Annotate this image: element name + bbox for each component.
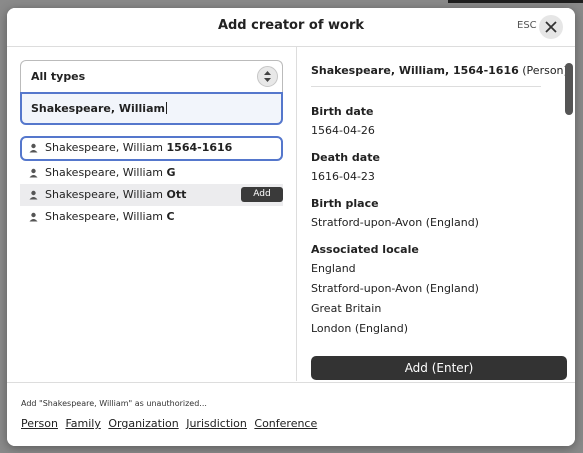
- unauthorized-hint: Add "Shakespeare, William" as unauthoriz…: [21, 399, 207, 408]
- type-select-value: All types: [31, 70, 86, 83]
- result-item-label: Shakespeare, William Ott: [45, 188, 187, 201]
- person-icon: [29, 212, 38, 222]
- unauthorized-type-links: Person Family Organization Jurisdiction …: [21, 417, 321, 430]
- dialog-title: Add creator of work: [217, 18, 365, 33]
- top-bar-strip: [448, 0, 583, 3]
- result-item[interactable]: Shakespeare, William C: [20, 206, 283, 228]
- link-conference[interactable]: Conference: [254, 417, 317, 430]
- birth-place-value: Stratford-upon-Avon (England): [311, 216, 479, 229]
- death-date-value: 1616-04-23: [311, 170, 375, 183]
- result-item-label: Shakespeare, William 1564-1616: [45, 141, 233, 154]
- dialog-header: Add creator of work ESC: [7, 8, 575, 47]
- death-date-field: Death date 1616-04-23: [311, 151, 380, 187]
- result-item[interactable]: Shakespeare, William G: [20, 162, 283, 184]
- type-select-stepper[interactable]: [257, 66, 278, 87]
- dialog-footer: Add "Shakespeare, William" as unauthoriz…: [7, 382, 575, 446]
- text-caret: [165, 102, 167, 114]
- link-person[interactable]: Person: [21, 417, 58, 430]
- birth-place-label: Birth place: [311, 197, 379, 210]
- link-organization[interactable]: Organization: [108, 417, 178, 430]
- locale-value: England: [311, 262, 356, 275]
- add-creator-dialog: Add creator of work ESC All types Shakes…: [7, 8, 575, 446]
- person-icon: [29, 168, 38, 178]
- search-input[interactable]: Shakespeare, William: [20, 92, 283, 125]
- death-date-label: Death date: [311, 151, 380, 164]
- detail-heading: Shakespeare, William, 1564-1616 (Person): [311, 64, 568, 87]
- result-item-label: Shakespeare, William G: [45, 166, 176, 179]
- associated-locale-field: Associated locale England Stratford-upon…: [311, 243, 479, 339]
- associated-locale-label: Associated locale: [311, 243, 419, 256]
- result-item-label: Shakespeare, William C: [45, 210, 175, 223]
- birth-place-field: Birth place Stratford-upon-Avon (England…: [311, 197, 479, 233]
- result-add-button[interactable]: Add: [241, 187, 283, 202]
- locale-value: Stratford-upon-Avon (England): [311, 282, 479, 295]
- link-family[interactable]: Family: [65, 417, 100, 430]
- person-icon: [29, 143, 38, 153]
- locale-value: London (England): [311, 322, 409, 335]
- locale-value: Great Britain: [311, 302, 382, 315]
- link-jurisdiction[interactable]: Jurisdiction: [186, 417, 247, 430]
- search-input-value: Shakespeare, William: [31, 102, 167, 115]
- person-icon: [29, 190, 38, 200]
- add-enter-button[interactable]: Add (Enter): [311, 356, 567, 380]
- result-item[interactable]: Shakespeare, William 1564-1616: [20, 136, 283, 161]
- close-button[interactable]: [539, 15, 563, 39]
- detail-pane: Shakespeare, William, 1564-1616 (Person)…: [297, 47, 575, 381]
- results-list: Shakespeare, William 1564-1616 Shakespea…: [20, 136, 283, 228]
- esc-label: ESC: [517, 20, 537, 31]
- search-pane: All types Shakespeare, William Shakespea…: [7, 47, 297, 381]
- birth-date-field: Birth date 1564-04-26: [311, 105, 375, 141]
- stepper-updown-icon: [264, 71, 271, 82]
- result-item[interactable]: Shakespeare, William Ott Add: [20, 184, 283, 206]
- close-icon: [545, 21, 557, 33]
- birth-date-label: Birth date: [311, 105, 374, 118]
- birth-date-value: 1564-04-26: [311, 124, 375, 137]
- type-select[interactable]: All types: [20, 60, 283, 92]
- detail-scrollbar[interactable]: [565, 63, 573, 115]
